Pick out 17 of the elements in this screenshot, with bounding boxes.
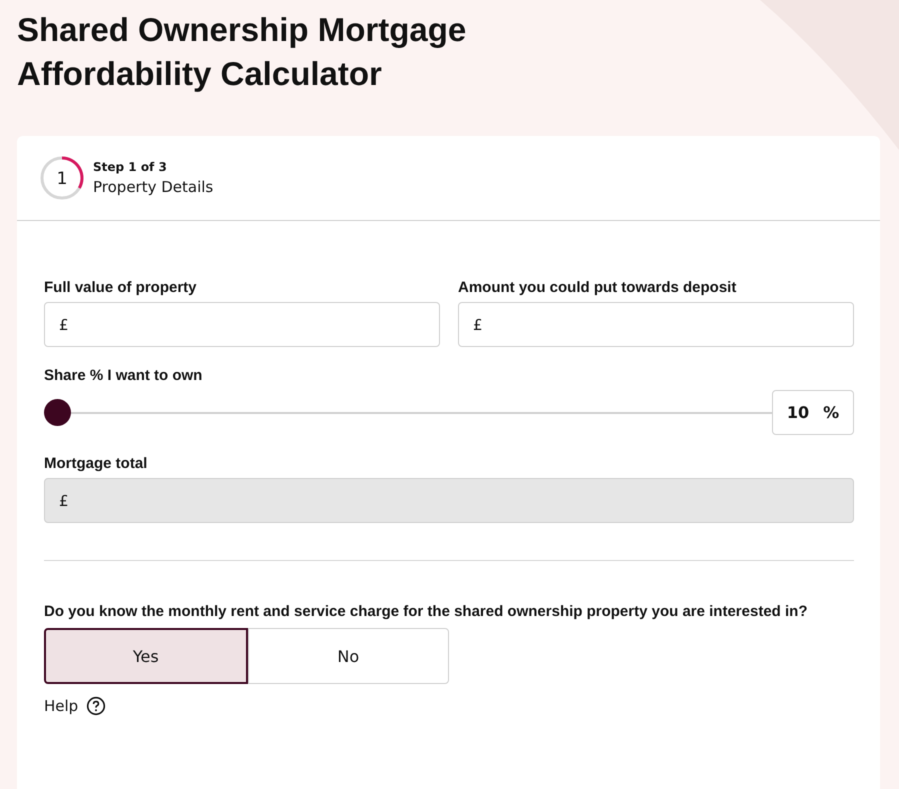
slider-thumb[interactable] (44, 399, 71, 426)
step-caption: Step 1 of 3 (93, 160, 168, 174)
field-label: Share % I want to own (44, 367, 202, 384)
field-label: Mortgage total (44, 455, 148, 472)
step-progress-icon: 1 (39, 155, 85, 201)
share-field[interactable]: 10 % (772, 390, 854, 435)
help-icon[interactable] (86, 696, 106, 716)
step-name: Property Details (93, 178, 214, 196)
answer-option[interactable]: Yes (44, 628, 248, 684)
field-label: Amount you could put towards deposit (458, 279, 736, 296)
page-title: Shared Ownership Mortgage Affordability Calculator (16, 10, 468, 94)
question-text: Do you know the monthly rent and service charge for the shared ownership property you are interested in? (44, 602, 808, 622)
answer-option[interactable]: No (248, 628, 449, 684)
field-label: Full value of property (44, 279, 197, 296)
currency-field[interactable]: £ (458, 302, 854, 347)
currency-field[interactable]: £ (44, 302, 440, 347)
help-link[interactable]: Help (44, 697, 78, 715)
